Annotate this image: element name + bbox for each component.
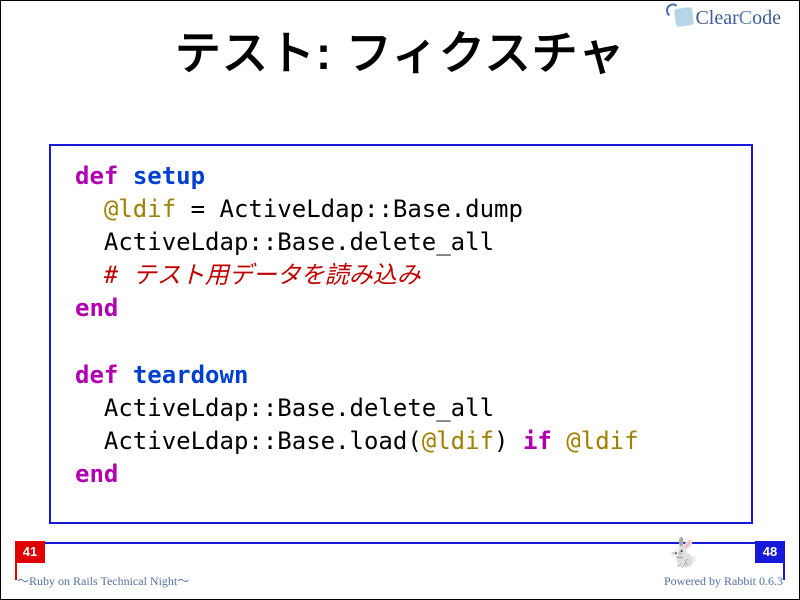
code-l9-sp [552, 427, 566, 455]
clearcode-logo: ClearCode [675, 7, 781, 30]
comment-testdata: # テスト用データを読み込み [104, 261, 421, 289]
footer-right: Powered by Rabbit 0.6.3 [664, 574, 783, 589]
logo-text-1: Clear [695, 7, 738, 29]
code-l2-rest: = ActiveLdap::Base.dump [176, 195, 523, 223]
kw-if: if [523, 427, 552, 455]
rabbit-icon: 🐇 [666, 536, 701, 569]
kw-end-2: end [75, 460, 118, 488]
code-l8: ActiveLdap::Base.delete_all [75, 394, 494, 422]
ivar-ldif-2: @ldif [422, 427, 494, 455]
logo-text-3: ode [752, 7, 781, 29]
code-l9b: ) [494, 427, 523, 455]
code-block: def setup @ldif = ActiveLdap::Base.dump … [75, 160, 727, 491]
page-current-flag: 41 [15, 541, 45, 563]
footer-left: 〜Ruby on Rails Technical Night〜 [17, 572, 189, 589]
slide: ClearCode テスト: フィクスチャ def setup @ldif = … [0, 0, 800, 600]
page-total-flag: 48 [755, 541, 785, 563]
ivar-ldif-3: @ldif [566, 427, 638, 455]
kw-end-1: end [75, 294, 118, 322]
logo-icon [674, 7, 694, 27]
code-l9a: ActiveLdap::Base.load( [75, 427, 422, 455]
kw-def-2: def [75, 361, 118, 389]
code-box: def setup @ldif = ActiveLdap::Base.dump … [49, 144, 753, 524]
method-setup: setup [133, 162, 205, 190]
method-teardown: teardown [133, 361, 249, 389]
code-l3: ActiveLdap::Base.delete_all [75, 228, 494, 256]
ivar-ldif-1: @ldif [104, 195, 176, 223]
kw-def-1: def [75, 162, 118, 190]
logo-text-2: C [739, 7, 752, 29]
